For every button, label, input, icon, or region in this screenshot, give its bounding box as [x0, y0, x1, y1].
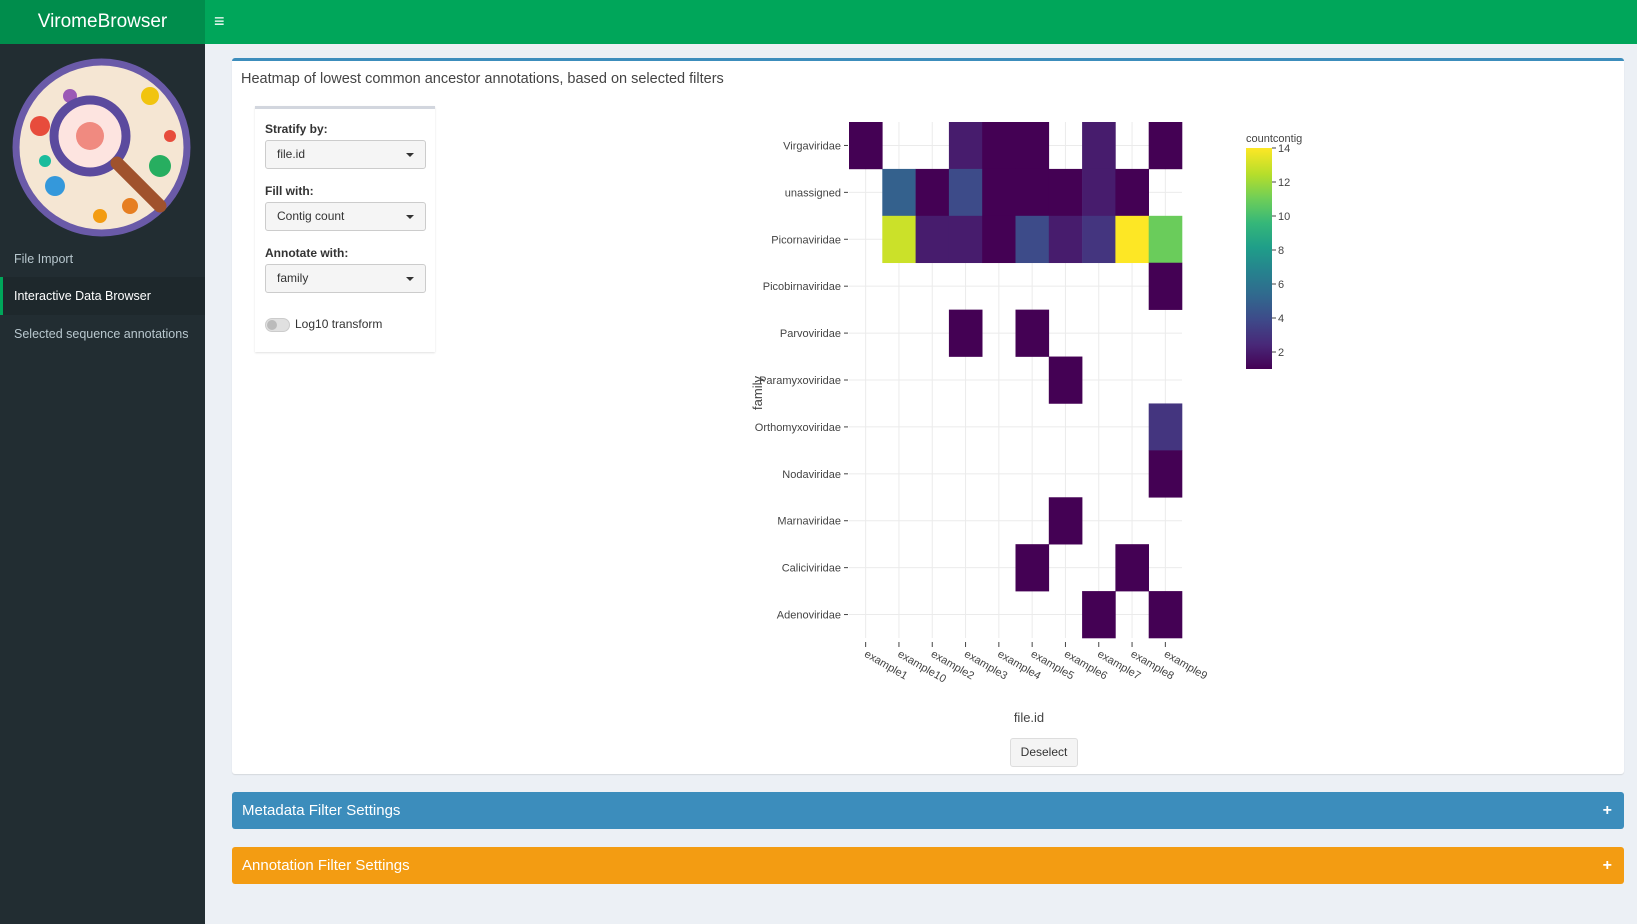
plus-icon[interactable]: +: [1603, 847, 1612, 884]
heatmap-cell[interactable]: [1048, 168, 1083, 217]
colorbar-tick-label: 10: [1278, 211, 1290, 223]
sidebar-item-interactive-data-browser[interactable]: Interactive Data Browser: [0, 277, 205, 315]
stratify-select-value: file.id: [277, 147, 306, 161]
y-tick-label: Nodaviridae: [782, 469, 841, 481]
heatmap-cell[interactable]: [849, 122, 883, 170]
colorbar-tick-label: 4: [1278, 313, 1284, 325]
y-tick-label: Picobirnaviridae: [763, 281, 841, 293]
sidebar: File Import Interactive Data Browser Sel…: [0, 44, 205, 924]
heatmap-cell[interactable]: [882, 215, 916, 264]
y-axis-title: family: [750, 376, 765, 410]
annotate-label: Annotate with:: [265, 246, 349, 260]
fill-label: Fill with:: [265, 184, 314, 198]
x-axis-title: file.id: [1014, 710, 1044, 725]
heatmap-cell[interactable]: [982, 168, 1016, 217]
colorbar-tick-label: 14: [1278, 143, 1290, 155]
heatmap-cell[interactable]: [915, 168, 950, 217]
heatmap-cell[interactable]: [1082, 591, 1116, 639]
heatmap-cell[interactable]: [1148, 122, 1183, 170]
heatmap-cell[interactable]: [948, 122, 983, 170]
annotation-filter-panel[interactable]: Annotation Filter Settings +: [232, 847, 1624, 884]
top-navbar: ViromeBrowser ≡: [0, 0, 1637, 44]
sidebar-item-file-import[interactable]: File Import: [0, 240, 205, 278]
sidebar-item-selected-sequence-annotations[interactable]: Selected sequence annotations: [0, 315, 205, 353]
heatmap-cell[interactable]: [948, 168, 983, 217]
y-tick-label: Adenoviridae: [777, 610, 841, 622]
heatmap-cell[interactable]: [1048, 356, 1083, 404]
heatmap-cell[interactable]: [1048, 215, 1083, 264]
heatmap-cell[interactable]: [1148, 262, 1183, 310]
heatmap-cell[interactable]: [1015, 122, 1050, 170]
y-tick-label: Orthomyxoviridae: [755, 422, 841, 434]
legend-title: countcontig: [1246, 133, 1302, 145]
heatmap-cell[interactable]: [982, 215, 1016, 264]
toggle-knob: [267, 320, 277, 330]
menu-toggle-icon[interactable]: ≡: [214, 10, 234, 32]
heatmap-cell[interactable]: [1015, 168, 1050, 217]
chevron-down-icon: [406, 215, 414, 219]
heatmap-cell[interactable]: [1148, 215, 1183, 264]
heatmap-cell[interactable]: [1148, 591, 1183, 639]
log10-label: Log10 transform: [295, 317, 383, 331]
heatmap-cell[interactable]: [1015, 215, 1050, 264]
heatmap-cell[interactable]: [1048, 497, 1083, 545]
heatmap-cell[interactable]: [948, 309, 983, 357]
colorbar-tick-label: 8: [1278, 245, 1284, 257]
metadata-filter-title: Metadata Filter Settings: [242, 802, 401, 819]
fill-select[interactable]: Contig count: [265, 202, 426, 231]
heatmap-cell[interactable]: [1015, 309, 1050, 357]
heatmap-cell[interactable]: [1082, 168, 1116, 217]
heatmap-cell[interactable]: [1115, 215, 1149, 264]
heatmap-cell[interactable]: [948, 215, 983, 264]
y-tick-label: Virgaviridae: [783, 140, 841, 152]
deselect-button[interactable]: Deselect: [1010, 738, 1078, 767]
fill-select-value: Contig count: [277, 209, 345, 223]
heatmap-cell[interactable]: [1082, 122, 1116, 170]
plus-icon[interactable]: +: [1603, 792, 1612, 829]
stratify-select[interactable]: file.id: [265, 140, 426, 169]
annotation-filter-title: Annotation Filter Settings: [242, 857, 410, 874]
heatmap-cell[interactable]: [1015, 544, 1050, 592]
heatmap-chart[interactable]: Virgaviridae unassigned Picornaviridae Pico…: [746, 110, 1326, 730]
controls-panel: Stratify by: file.id Fill with: Contig c…: [255, 106, 435, 352]
chevron-down-icon: [406, 153, 414, 157]
heatmap-cell[interactable]: [982, 122, 1016, 170]
y-tick-label: Marnaviridae: [777, 516, 841, 528]
y-tick-label: Picornaviridae: [771, 234, 841, 246]
colorbar-tick-label: 2: [1278, 347, 1284, 359]
log10-toggle[interactable]: [265, 318, 290, 332]
y-tick-label: Paramyxoviridae: [759, 375, 841, 387]
colorbar: [1246, 148, 1272, 369]
heatmap-cell[interactable]: [1115, 168, 1149, 217]
colorbar-tick-label: 6: [1278, 279, 1284, 291]
heatmap-cell[interactable]: [1148, 403, 1183, 451]
annotate-select-value: family: [277, 271, 309, 285]
heatmap-cell[interactable]: [1115, 544, 1149, 592]
app-title[interactable]: ViromeBrowser: [0, 0, 205, 44]
y-tick-label: Caliciviridae: [782, 563, 841, 575]
heatmap-cell[interactable]: [915, 215, 950, 264]
metadata-filter-panel[interactable]: Metadata Filter Settings +: [232, 792, 1624, 829]
heatmap-cell[interactable]: [1082, 215, 1116, 264]
heatmap-cell[interactable]: [1148, 450, 1183, 498]
heatmap-box-title: Heatmap of lowest common ancestor annota…: [241, 71, 724, 87]
chevron-down-icon: [406, 277, 414, 281]
virus-magnifier-logo: [12, 58, 191, 237]
heatmap-cell[interactable]: [882, 168, 916, 217]
y-tick-label: unassigned: [785, 187, 841, 199]
colorbar-tick-label: 12: [1278, 177, 1290, 189]
annotate-select[interactable]: family: [265, 264, 426, 293]
stratify-label: Stratify by:: [265, 122, 328, 136]
y-tick-label: Parvoviridae: [780, 328, 841, 340]
